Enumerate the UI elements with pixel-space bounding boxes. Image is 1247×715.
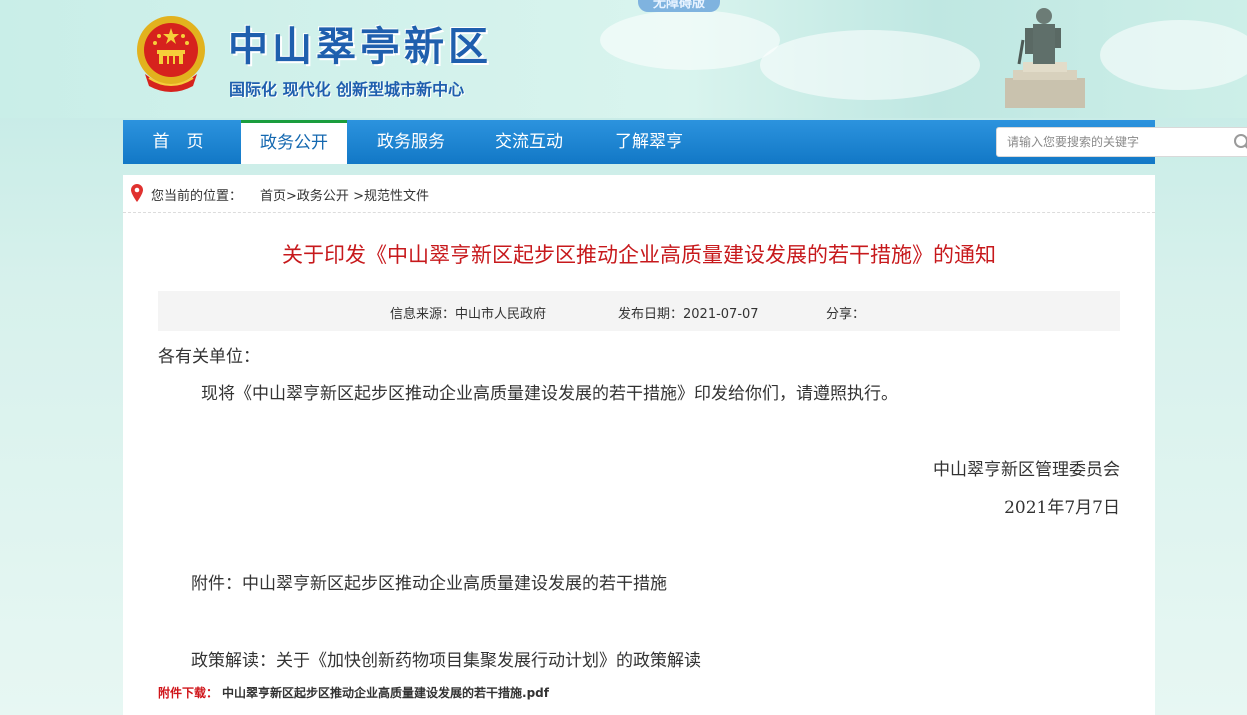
article-title: 关于印发《中山翠亨新区起步区推动企业高质量建设发展的若干措施》的通知 (282, 243, 996, 267)
article-sign-date: 2021年7月7日 (1004, 498, 1120, 518)
breadcrumb-links: 首页>政务公开 >规范性文件 (260, 185, 429, 204)
breadcrumb-separator: > (353, 189, 364, 204)
article-share: 分享： (826, 307, 866, 322)
article-signature: 中山翠亨新区管理委员会 (933, 460, 1120, 480)
accessibility-mode-button[interactable]: 无障碍版 (638, 0, 720, 12)
download-label: 附件下载： (158, 686, 219, 700)
main-nav: 首 页 政务公开 政务服务 交流互动 了解翠亨 (123, 120, 1247, 164)
article-date: 发布日期：2021-07-07 (618, 307, 759, 322)
content-panel: 您当前的位置： 首页>政务公开 >规范性文件 关于印发《中山翠亨新区起步区推动企… (123, 175, 1155, 715)
decor-cloud (1100, 20, 1247, 90)
breadcrumb-normative-documents-link[interactable]: 规范性文件 (364, 189, 429, 204)
national-emblem-icon (137, 16, 205, 92)
article-body-paragraph: 现将《中山翠亨新区起步区推动企业高质量建设发展的若干措施》印发给你们，请遵照执行… (201, 384, 898, 404)
search-icon[interactable] (1233, 133, 1247, 153)
site-header: 中山翠亭新区 国际化 现代化 创新型城市新中心 无障碍版 (0, 0, 1247, 118)
article-salutation: 各有关单位： (158, 347, 260, 367)
breadcrumb-separator: > (286, 189, 297, 204)
location-pin-icon (131, 184, 143, 202)
decor-cloud (600, 10, 780, 70)
nav-item-home[interactable]: 首 页 (123, 120, 233, 164)
nav-item-government-affairs[interactable]: 政务公开 (241, 120, 347, 164)
breadcrumb-label: 您当前的位置： (151, 189, 243, 204)
article-meta-bar: 信息来源：中山市人民政府 发布日期：2021-07-07 分享： (158, 291, 1120, 331)
article-source: 信息来源：中山市人民政府 (390, 307, 547, 322)
search-input[interactable] (997, 128, 1243, 156)
breadcrumb-government-affairs-link[interactable]: 政务公开 (297, 189, 349, 204)
statue-image (1005, 8, 1085, 108)
breadcrumb: 您当前的位置： 首页>政务公开 >规范性文件 (123, 175, 1155, 213)
breadcrumb-home-link[interactable]: 首页 (260, 189, 286, 204)
article-policy-interpretation[interactable]: 政策解读：关于《加快创新药物项目集聚发展行动计划》的政策解读 (191, 646, 701, 671)
site-title: 中山翠亭新区 (228, 24, 492, 70)
decor-cloud (760, 30, 980, 100)
search-box (996, 127, 1247, 157)
site-slogan: 国际化 现代化 创新型城市新中心 (229, 80, 465, 99)
nav-item-about[interactable]: 了解翠亨 (596, 120, 702, 164)
article-attachment: 附件：中山翠亨新区起步区推动企业高质量建设发展的若干措施 (191, 574, 667, 594)
nav-item-government-services[interactable]: 政务服务 (358, 120, 464, 164)
attachment-download: 附件下载： 中山翠亨新区起步区推动企业高质量建设发展的若干措施.pdf (158, 684, 549, 701)
download-file-link[interactable]: 中山翠亨新区起步区推动企业高质量建设发展的若干措施.pdf (222, 686, 549, 700)
nav-item-interaction[interactable]: 交流互动 (476, 120, 582, 164)
